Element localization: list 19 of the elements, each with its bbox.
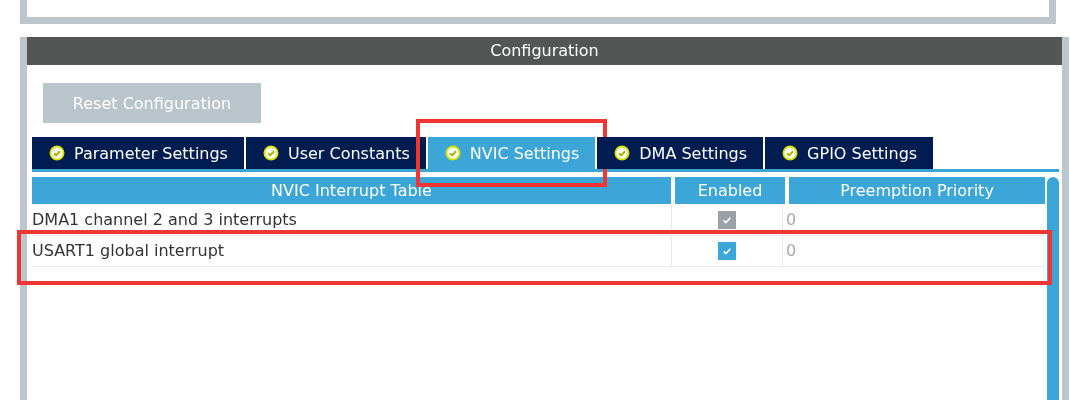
check-circle-icon [444,145,461,161]
table-cell-text: 0 [785,209,798,231]
table-cell-text: USART1 global interrupt [32,240,226,262]
table-cell-text: 0 [785,240,798,262]
column-header: NVIC Interrupt Table [32,177,671,204]
check-circle-icon [614,145,631,161]
checkbox[interactable] [718,242,736,260]
check-circle-icon [262,145,279,161]
column-header: Enabled [675,177,785,204]
tab[interactable]: GPIO Settings [765,137,934,169]
scrollbar[interactable] [1047,177,1059,400]
tab[interactable]: DMA Settings [597,137,764,169]
table-cell-text: DMA1 channel 2 and 3 interrupts [32,209,298,231]
column-header: Preemption Priority [789,177,1045,204]
panel-title: Configuration [27,37,1062,65]
check-circle-icon [782,145,799,161]
tab[interactable]: Parameter Settings [32,137,244,169]
check-circle-icon [49,145,65,161]
tab[interactable]: User Constants [245,137,426,169]
